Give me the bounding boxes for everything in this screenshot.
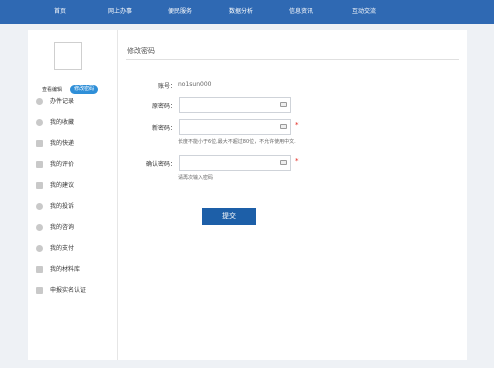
old-password-label: 原密码： (151, 103, 176, 110)
sidebar-item-express[interactable]: 我的快递 (36, 138, 116, 150)
complaint-icon (36, 203, 43, 210)
confirm-password-label: 确认密码： (145, 161, 176, 168)
new-password-hint: 长度不能小于6位,最大不超过80位，不允许使用中文. (178, 139, 296, 145)
sidebar-item-label: 我的材料库 (50, 266, 81, 273)
nav-item-interaction[interactable]: 互动交流 (352, 0, 376, 24)
confirm-password-hint: 请再次输入密码 (178, 175, 214, 181)
nav-item-news[interactable]: 信息资讯 (289, 0, 313, 24)
page-title: 修改密码 (127, 47, 155, 55)
sidebar-item-consultations[interactable]: 我的咨询 (36, 222, 116, 234)
nav-item-data-analysis[interactable]: 数据分析 (229, 0, 253, 24)
sidebar-item-label: 我的咨询 (50, 224, 75, 231)
sidebar-item-real-name-auth[interactable]: 申报实名认证 (36, 285, 116, 297)
sidebar-item-payments[interactable]: 我的支付 (36, 243, 116, 255)
sidebar-item-ratings[interactable]: 我的评价 (36, 159, 116, 171)
id-card-icon (36, 287, 43, 294)
suggestion-icon (36, 182, 43, 189)
submit-button[interactable]: 提交 (202, 208, 256, 225)
sidebar-item-complaints[interactable]: 我的投诉 (36, 201, 116, 213)
new-password-input[interactable] (179, 119, 291, 135)
old-password-input[interactable] (179, 97, 291, 113)
nav-item-convenience-services[interactable]: 便民服务 (168, 0, 192, 24)
profile-actions: 查看编辑 修改密码 (42, 79, 99, 94)
user-center-panel: 查看编辑 修改密码 办件记录 我的收藏 我的快递 我的评价 我的建议 我的投诉 (28, 30, 467, 360)
library-icon (36, 266, 43, 273)
avatar[interactable] (54, 42, 82, 70)
new-password-label: 新密码： (151, 125, 176, 132)
top-navigation: 首页 网上办事 便民服务 数据分析 信息资讯 互动交流 (0, 0, 494, 24)
nav-item-online-services[interactable]: 网上办事 (108, 0, 132, 24)
nav-item-home[interactable]: 首页 (54, 0, 66, 24)
sidebar-item-label: 我的收藏 (50, 119, 75, 126)
payment-icon (36, 245, 43, 252)
sidebar-item-suggestions[interactable]: 我的建议 (36, 180, 116, 192)
sidebar-item-label: 我的投诉 (50, 203, 75, 210)
sidebar-item-favorites[interactable]: 我的收藏 (36, 117, 116, 129)
keyboard-icon[interactable] (280, 160, 287, 165)
sidebar-item-label: 办件记录 (50, 98, 75, 105)
required-mark: * (295, 121, 299, 129)
account-label: 账号： (157, 83, 176, 90)
account-value: no1sun000 (178, 81, 212, 88)
sidebar-item-records[interactable]: 办件记录 (36, 96, 116, 108)
change-password-badge[interactable]: 修改密码 (70, 85, 99, 94)
sidebar-item-label: 我的评价 (50, 161, 75, 168)
record-icon (36, 98, 43, 105)
required-mark: * (295, 157, 299, 165)
sidebar-item-label: 我的支付 (50, 245, 75, 252)
sidebar-item-label: 我的快递 (50, 140, 75, 147)
express-icon (36, 140, 43, 147)
star-icon (36, 119, 43, 126)
view-edit-link[interactable]: 查看编辑 (42, 87, 62, 93)
sidebar-item-library[interactable]: 我的材料库 (36, 264, 116, 276)
sidebar: 查看编辑 修改密码 办件记录 我的收藏 我的快递 我的评价 我的建议 我的投诉 (28, 30, 118, 360)
sidebar-item-label: 我的建议 (50, 182, 75, 189)
consult-icon (36, 224, 43, 231)
change-password-form: 修改密码 账号： no1sun000 原密码： 新密码： * 长度不能小于6位,… (126, 30, 460, 360)
keyboard-icon[interactable] (280, 102, 287, 107)
confirm-password-input[interactable] (179, 155, 291, 171)
sidebar-item-label: 申报实名认证 (50, 287, 87, 294)
title-divider (126, 59, 459, 60)
rating-icon (36, 161, 43, 168)
keyboard-icon[interactable] (280, 124, 287, 129)
